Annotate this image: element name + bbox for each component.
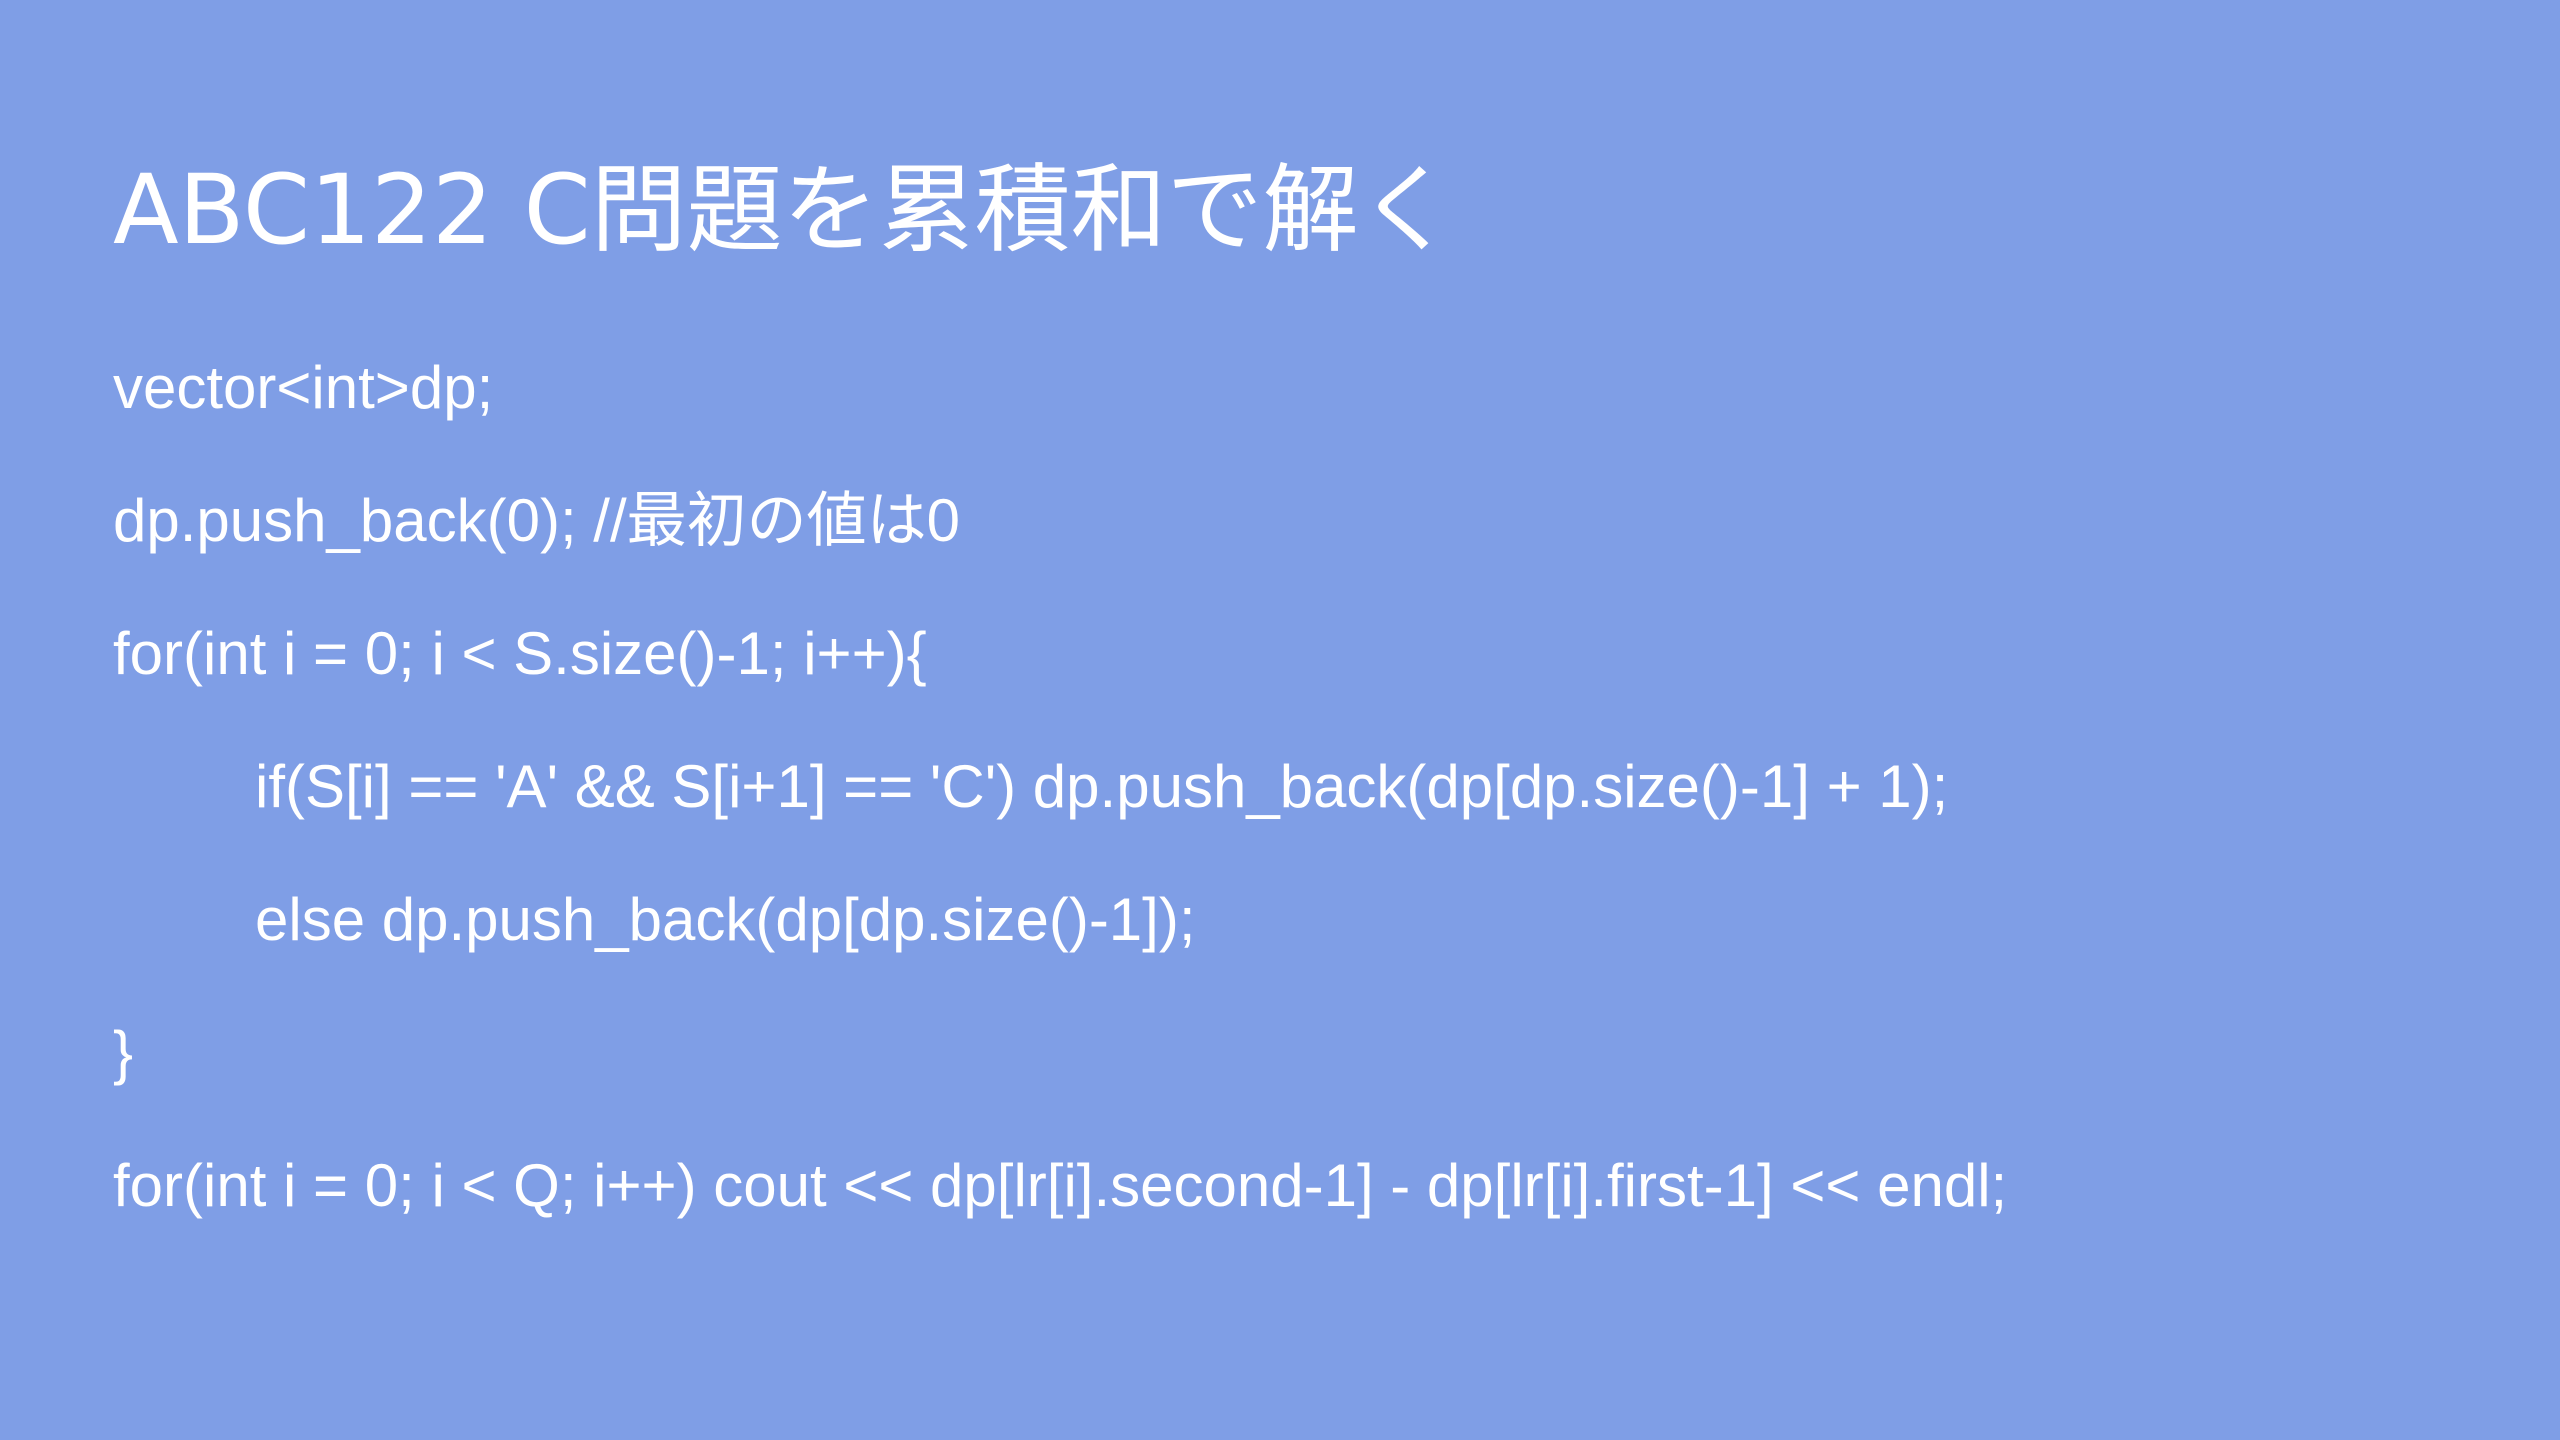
code-line-for-loop-start: for(int i = 0; i < S.size()-1; i++){ [113,620,927,687]
code-line-vector-declaration: vector<int>dp; [113,354,494,421]
code-line-initial-push: dp.push_back(0); //最初の値は0 [113,487,961,554]
code-line-else-branch: else dp.push_back(dp[dp.size()-1]); [255,886,1196,953]
code-line-for-loop-end: } [113,1019,134,1086]
slide: ABC122 C問題を累積和で解く vector<int>dp; dp.push… [0,0,2560,1440]
slide-title: ABC122 C問題を累積和で解く [113,154,1455,266]
code-line-query-output: for(int i = 0; i < Q; i++) cout << dp[lr… [113,1152,2008,1219]
code-line-if-branch: if(S[i] == 'A' && S[i+1] == 'C') dp.push… [255,753,1949,820]
